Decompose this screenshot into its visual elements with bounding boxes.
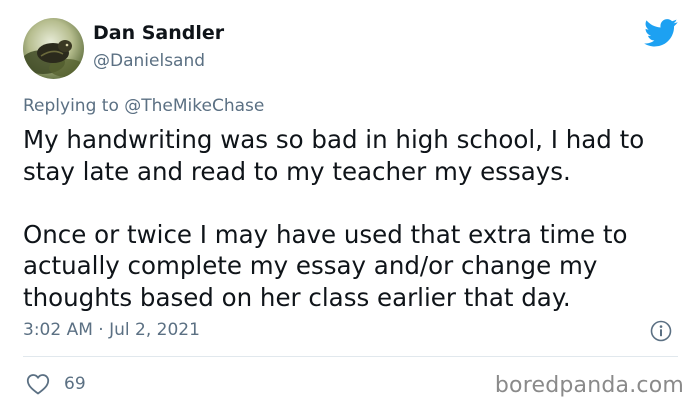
like-count: 69: [64, 374, 86, 394]
tweet-body: My handwriting was so bad in high school…: [23, 124, 688, 313]
twitter-bird-icon[interactable]: [644, 18, 678, 48]
tweet-timestamp[interactable]: 3:02 AM · Jul 2, 2021: [23, 320, 200, 340]
user-handle[interactable]: @Danielsand: [93, 51, 205, 71]
tweet-card: Dan Sandler @Danielsand Replying to @The…: [0, 0, 700, 410]
like-button[interactable]: 69: [26, 372, 86, 396]
tweet-paragraph: My handwriting was so bad in high school…: [23, 125, 645, 186]
display-name[interactable]: Dan Sandler: [93, 22, 224, 44]
reply-mention-link[interactable]: @TheMikeChase: [124, 96, 264, 116]
info-icon[interactable]: [650, 320, 672, 342]
divider: [23, 356, 678, 357]
tweet-paragraph: Once or twice I may have used that extra…: [23, 219, 628, 312]
reply-context: Replying to @TheMikeChase: [23, 96, 264, 116]
reply-prefix: Replying to: [23, 96, 125, 116]
avatar[interactable]: [23, 18, 84, 79]
watermark: boredpanda.com: [494, 373, 684, 398]
heart-icon[interactable]: [26, 373, 50, 395]
